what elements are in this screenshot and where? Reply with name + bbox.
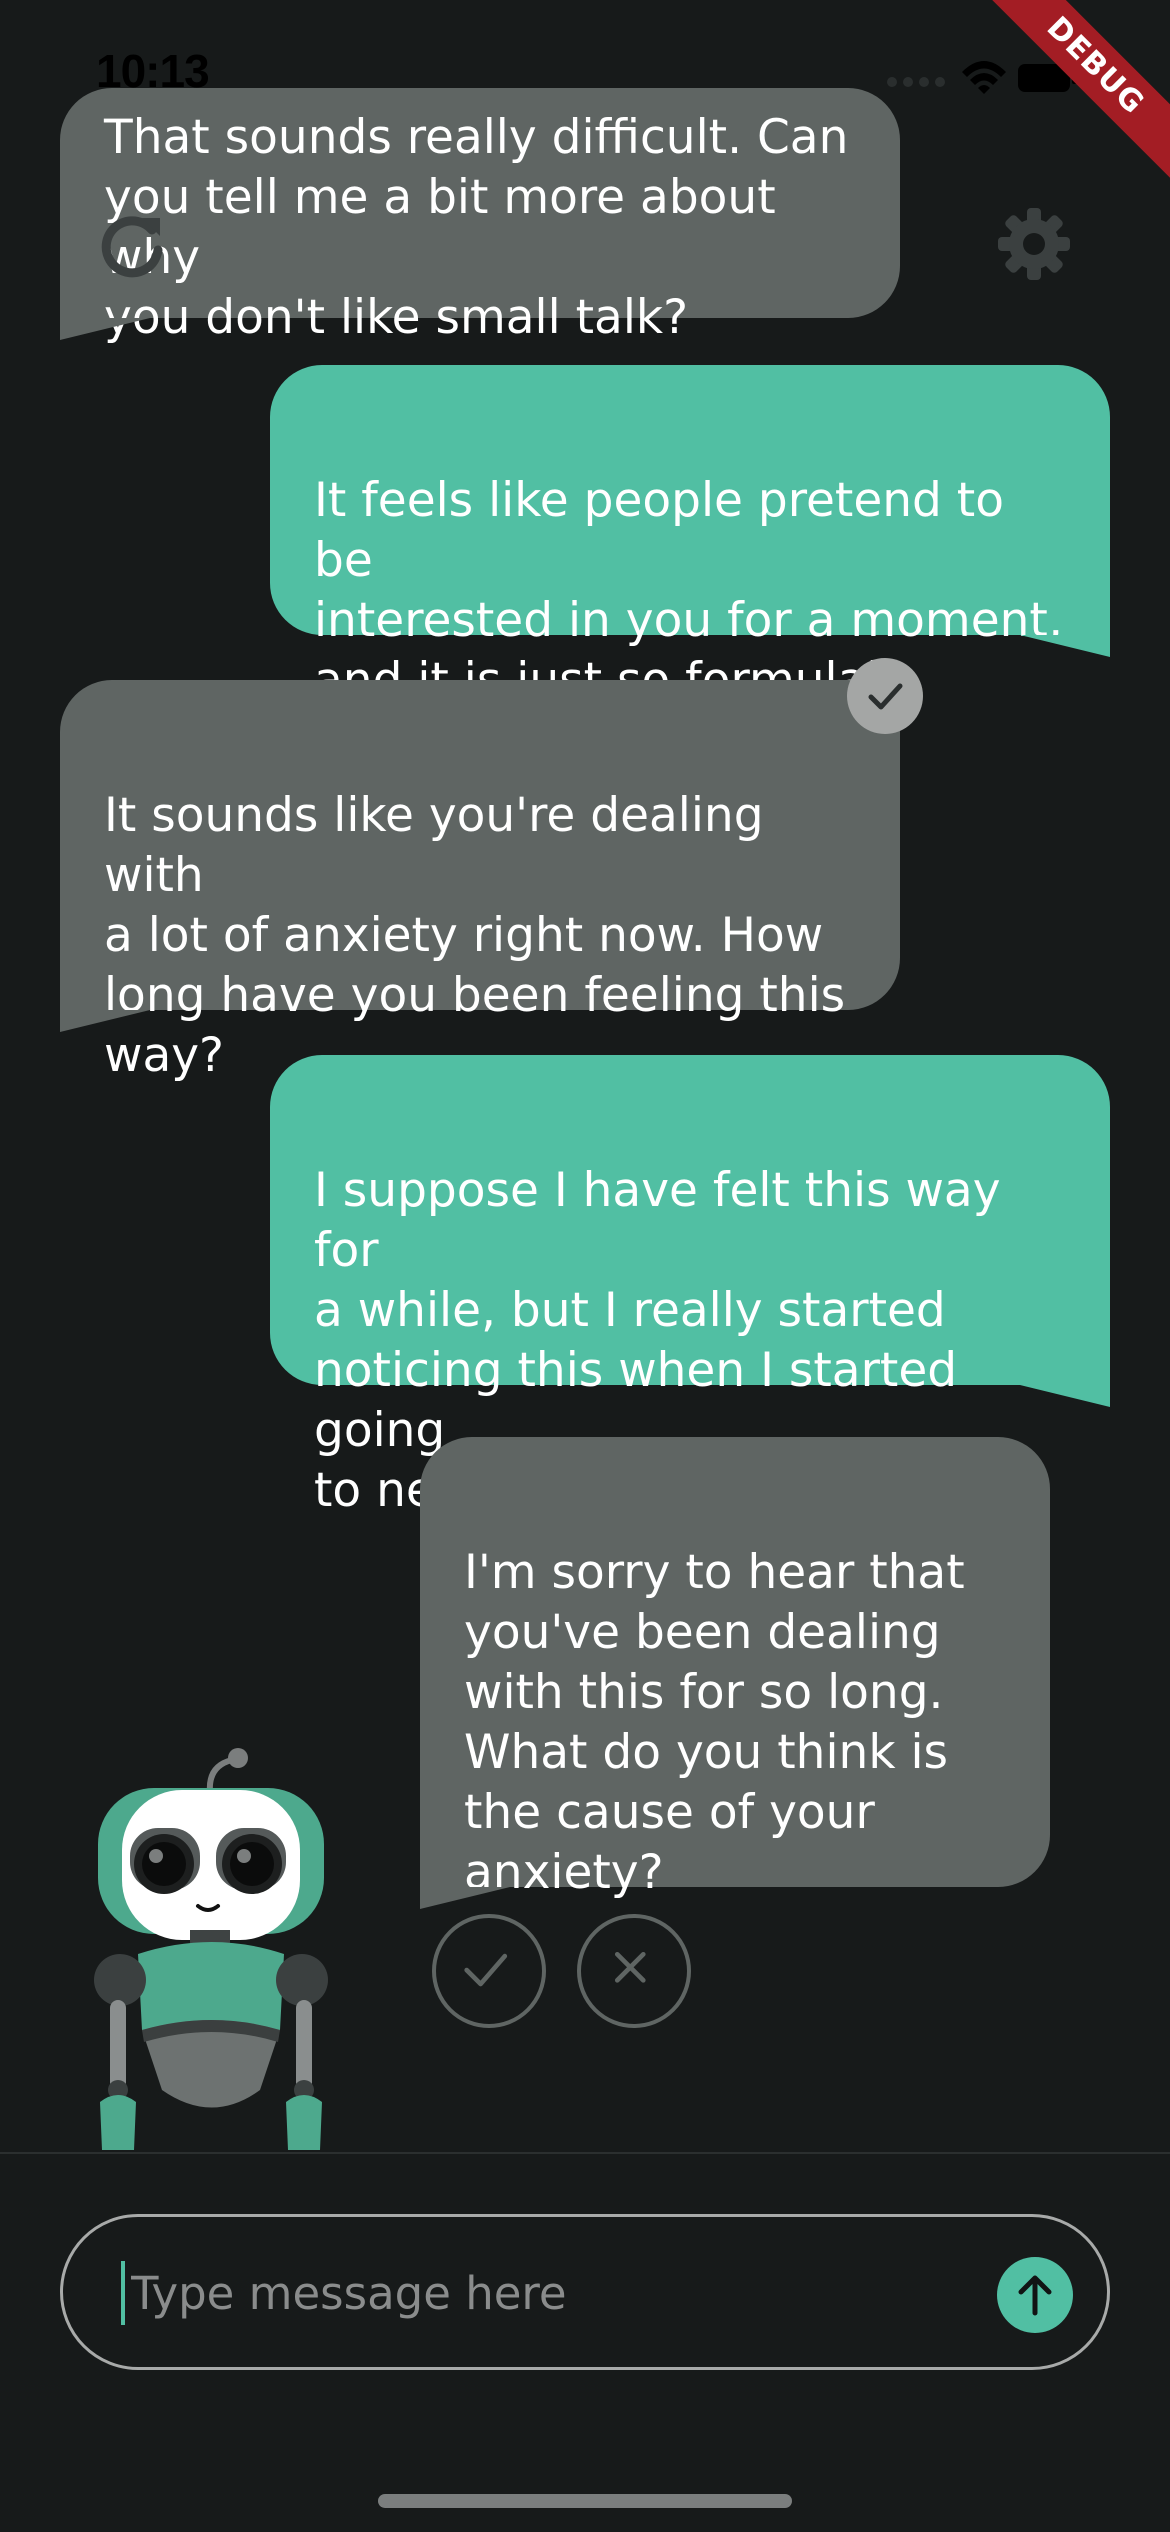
accepted-badge xyxy=(847,658,923,734)
reject-response-button[interactable] xyxy=(577,1914,691,2028)
bot-message: It sounds like you're dealing with a lot… xyxy=(60,680,900,1083)
text-caret xyxy=(121,2261,125,2325)
reload-icon[interactable] xyxy=(94,204,170,280)
gear-icon[interactable] xyxy=(996,206,1072,282)
bot-message-text: That sounds really difficult. Can you te… xyxy=(104,110,849,345)
bubble-tail xyxy=(420,1887,510,1909)
message-input[interactable] xyxy=(129,2247,993,2339)
bubble-tail xyxy=(60,318,150,340)
check-icon xyxy=(868,683,903,710)
accept-response-button[interactable] xyxy=(432,1914,546,2028)
composer-divider xyxy=(0,2152,1170,2154)
bubble-tail xyxy=(1020,635,1110,657)
robot-mascot xyxy=(94,1748,328,2150)
cellular-signal-icon xyxy=(887,77,945,87)
bot-message: I'm sorry to hear that you've been deali… xyxy=(420,1437,1050,1909)
send-button[interactable] xyxy=(997,2257,1073,2333)
bot-message-text: It sounds like you're dealing with a lot… xyxy=(104,788,846,1083)
arrow-up-icon xyxy=(1018,2275,1052,2316)
robot-antenna xyxy=(206,1748,248,1795)
user-message: I suppose I have felt this way for a whi… xyxy=(270,1055,1110,1518)
robot-body xyxy=(138,1930,284,2108)
check-icon xyxy=(464,1953,508,1987)
user-message: It feels like people pretend to be inter… xyxy=(270,365,1110,708)
robot-head xyxy=(98,1788,324,1940)
home-indicator[interactable] xyxy=(378,2494,792,2508)
message-composer xyxy=(60,2214,1110,2370)
bot-message: That sounds really difficult. Can you te… xyxy=(60,88,900,345)
bubble-tail xyxy=(60,1010,150,1032)
close-icon xyxy=(614,1951,646,1983)
wifi-icon xyxy=(962,61,1006,94)
bot-message-text: I'm sorry to hear that you've been deali… xyxy=(464,1545,965,1900)
user-message-text: It feels like people pretend to be inter… xyxy=(314,473,1063,708)
bubble-tail xyxy=(1020,1385,1110,1407)
